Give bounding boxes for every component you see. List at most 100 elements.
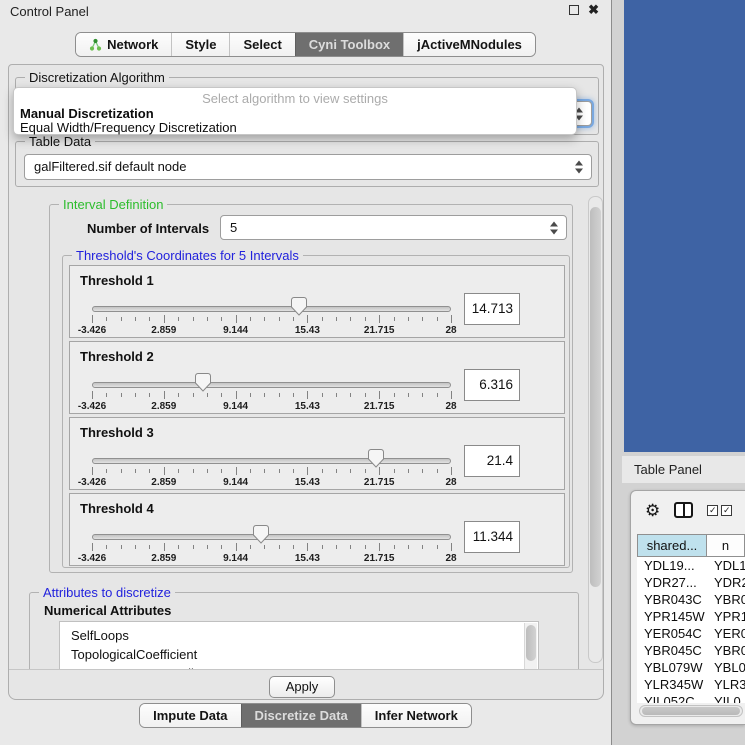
table-cell[interactable]: YIL052C — [637, 693, 707, 703]
num-intervals-combobox[interactable]: 5 — [220, 215, 567, 240]
tick-mark — [350, 545, 351, 549]
table-cell[interactable]: YER0... — [707, 625, 745, 642]
tick-mark — [379, 467, 380, 475]
table-cell[interactable]: YLR3... — [707, 676, 745, 693]
table-cell[interactable]: YDL1... — [707, 557, 745, 574]
table-cell[interactable]: YPR145W — [637, 608, 707, 625]
attribute-list-item[interactable]: TopologicalCoefficient — [60, 645, 538, 664]
tick-mark — [365, 317, 366, 321]
interval-definition-group: Interval Definition Number of Intervals … — [49, 204, 573, 573]
combo-value: 5 — [230, 220, 237, 235]
threshold-value-field[interactable]: 21.4 — [464, 445, 520, 477]
network-icon — [89, 38, 102, 52]
column-header-shared[interactable]: shared... — [637, 534, 707, 557]
slider-thumb[interactable] — [253, 525, 269, 544]
tick-mark — [350, 317, 351, 321]
slider-track — [92, 306, 451, 312]
tick-mark — [236, 391, 237, 399]
table-cell[interactable]: YBL079W — [637, 659, 707, 676]
control-panel-window: Control Panel ✖ Network Styl — [0, 0, 612, 745]
table-cell[interactable]: YBR0... — [707, 591, 745, 608]
apply-button[interactable]: Apply — [269, 676, 335, 698]
split-view-icon[interactable] — [674, 502, 693, 518]
tick-mark — [207, 393, 208, 397]
table-row[interactable]: YER054CYER0... — [637, 625, 745, 642]
tab-impute-data[interactable]: Impute Data — [140, 704, 240, 727]
attribute-list-item[interactable]: SelfLoops — [60, 626, 538, 645]
tick-label: -3.426 — [78, 325, 106, 336]
checkbox-icon[interactable]: ✓ — [721, 505, 732, 516]
table-row[interactable]: YBR045CYBR0... — [637, 642, 745, 659]
table-row[interactable]: YLR345WYLR3... — [637, 676, 745, 693]
tab-discretize-data[interactable]: Discretize Data — [241, 704, 361, 727]
apply-band: Apply — [9, 669, 603, 700]
table-data-combobox[interactable]: galFiltered.sif default node — [24, 154, 592, 180]
checkbox-icon[interactable]: ✓ — [707, 505, 718, 516]
threshold-slider[interactable]: -3.4262.8599.14415.4321.71528 — [92, 522, 451, 566]
table-row[interactable]: YIL052CYIL0... — [637, 693, 745, 703]
threshold-slider[interactable]: -3.4262.8599.14415.4321.71528 — [92, 294, 451, 338]
threshold-slider[interactable]: -3.4262.8599.14415.4321.71528 — [92, 370, 451, 414]
column-header-name[interactable]: n — [707, 534, 745, 557]
threshold-value-field[interactable]: 11.344 — [464, 521, 520, 553]
algorithm-dropdown-popup: Select algorithm to view settings Manual… — [13, 87, 577, 135]
table-row[interactable]: YBR043CYBR0... — [637, 591, 745, 608]
tick-mark — [422, 545, 423, 549]
table-cell[interactable]: YPR1... — [707, 608, 745, 625]
tick-mark — [408, 393, 409, 397]
slider-tick-labels: -3.4262.8599.14415.4321.71528 — [92, 401, 451, 413]
table-cell[interactable]: YDL19... — [637, 557, 707, 574]
dropdown-option-equal-width[interactable]: Equal Width/Frequency Discretization — [19, 120, 571, 135]
threshold-slider[interactable]: -3.4262.8599.14415.4321.71528 — [92, 446, 451, 490]
table-row[interactable]: YPR145WYPR1... — [637, 608, 745, 625]
table-row[interactable]: YDR27...YDR2... — [637, 574, 745, 591]
thresholds-group: Threshold's Coordinates for 5 Intervals … — [62, 255, 570, 568]
table-data-group: Table Data galFiltered.sif default node — [15, 141, 599, 187]
tick-mark — [135, 317, 136, 321]
table-header-row: shared... n — [637, 534, 745, 557]
tab-network[interactable]: Network — [76, 33, 171, 56]
table-cell[interactable]: YBR043C — [637, 591, 707, 608]
tick-mark — [236, 543, 237, 551]
settings-scrollbar[interactable] — [588, 196, 603, 663]
table-panel-title: Table Panel — [622, 462, 702, 477]
tick-mark — [350, 469, 351, 473]
tab-select[interactable]: Select — [229, 33, 294, 56]
gear-icon[interactable]: ⚙ — [645, 502, 660, 519]
table-cell[interactable]: YER054C — [637, 625, 707, 642]
scrollbar-thumb[interactable] — [642, 707, 740, 715]
threshold-value-field[interactable]: 14.713 — [464, 293, 520, 325]
table-cell[interactable]: YLR345W — [637, 676, 707, 693]
tick-mark — [121, 317, 122, 321]
float-window-icon[interactable] — [569, 5, 579, 15]
slider-thumb[interactable] — [291, 297, 307, 316]
attributes-list-scrollbar[interactable] — [524, 623, 537, 669]
table-cell[interactable]: YBR045C — [637, 642, 707, 659]
scrollbar-thumb[interactable] — [590, 207, 601, 587]
table-cell[interactable]: YBR0... — [707, 642, 745, 659]
table-row[interactable]: YDL19...YDL1... — [637, 557, 745, 574]
slider-thumb[interactable] — [195, 373, 211, 392]
close-icon[interactable]: ✖ — [588, 5, 599, 15]
threshold-value-field[interactable]: 6.316 — [464, 369, 520, 401]
table-cell[interactable]: YDR2... — [707, 574, 745, 591]
dropdown-option-manual[interactable]: Manual Discretization — [19, 106, 571, 121]
table-cell[interactable]: YDR27... — [637, 574, 707, 591]
table-cell[interactable]: YBL0... — [707, 659, 745, 676]
tab-infer-network[interactable]: Infer Network — [361, 704, 471, 727]
tick-mark — [408, 469, 409, 473]
table-cell[interactable]: YIL0... — [707, 693, 745, 703]
table-row[interactable]: YBL079WYBL0... — [637, 659, 745, 676]
tab-cyni-toolbox[interactable]: Cyni Toolbox — [295, 33, 403, 56]
tick-label: 2.859 — [151, 477, 176, 488]
tick-mark — [135, 545, 136, 549]
tab-style[interactable]: Style — [171, 33, 229, 56]
table-h-scrollbar[interactable] — [639, 705, 743, 717]
tick-mark — [279, 317, 280, 321]
tick-mark — [121, 545, 122, 549]
tick-mark — [106, 393, 107, 397]
scrollbar-thumb[interactable] — [526, 625, 536, 661]
tick-mark — [221, 317, 222, 321]
slider-thumb[interactable] — [368, 449, 384, 468]
tab-jactivemnodules[interactable]: jActiveMNodules — [403, 33, 535, 56]
